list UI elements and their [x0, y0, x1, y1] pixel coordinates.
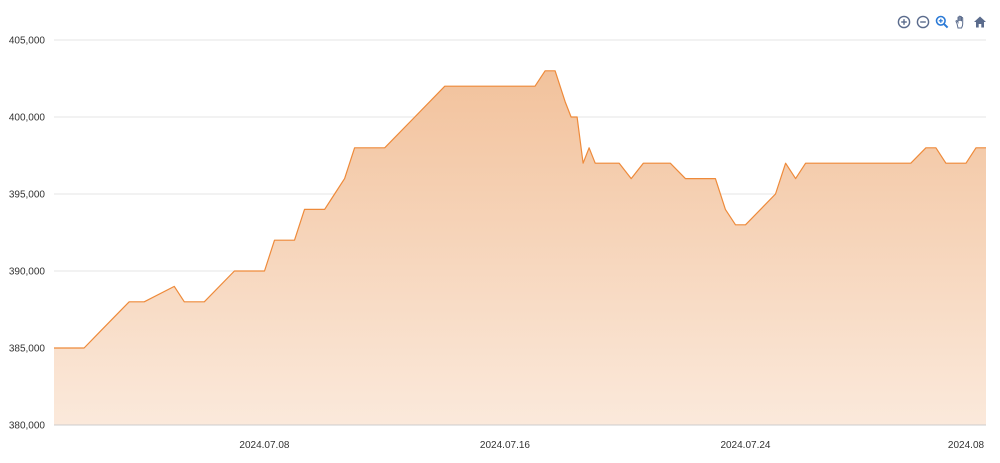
zoom-out-button[interactable]: [915, 14, 931, 30]
y-tick-label: 380,000: [9, 421, 46, 432]
x-axis: 2024.07.08 2024.07.16 2024.07.24 2024.08: [54, 424, 986, 451]
home-icon: [974, 16, 986, 28]
zoom-out-icon: [916, 15, 930, 29]
chart-toolbar: [896, 14, 988, 30]
zoom-in-icon: [897, 15, 911, 29]
x-tick-label: 2024.07.08: [239, 440, 289, 451]
pan-button[interactable]: [953, 14, 969, 30]
series-area: [54, 70, 986, 426]
zoom-select-button[interactable]: [934, 14, 950, 30]
y-tick-label: 395,000: [9, 190, 46, 201]
zoom-in-button[interactable]: [896, 14, 912, 30]
home-button[interactable]: [972, 14, 988, 30]
pan-icon: [955, 15, 964, 29]
y-axis: 380,000 385,000 390,000 395,000 400,000 405,0…: [9, 36, 46, 432]
y-tick-label: 405,000: [9, 36, 46, 47]
series-area-fill: [54, 70, 986, 426]
x-tick-label: 2024.07.16: [480, 440, 530, 451]
y-tick-label: 400,000: [9, 113, 46, 124]
x-tick-label: 2024.07.24: [720, 440, 770, 451]
x-tick-label: 2024.08: [948, 440, 985, 451]
y-tick-label: 390,000: [9, 267, 46, 278]
chart: 380,000 385,000 390,000 395,000 400,000 405,0…: [9, 36, 986, 451]
zoom-select-icon: [935, 15, 949, 29]
y-tick-label: 385,000: [9, 344, 46, 355]
